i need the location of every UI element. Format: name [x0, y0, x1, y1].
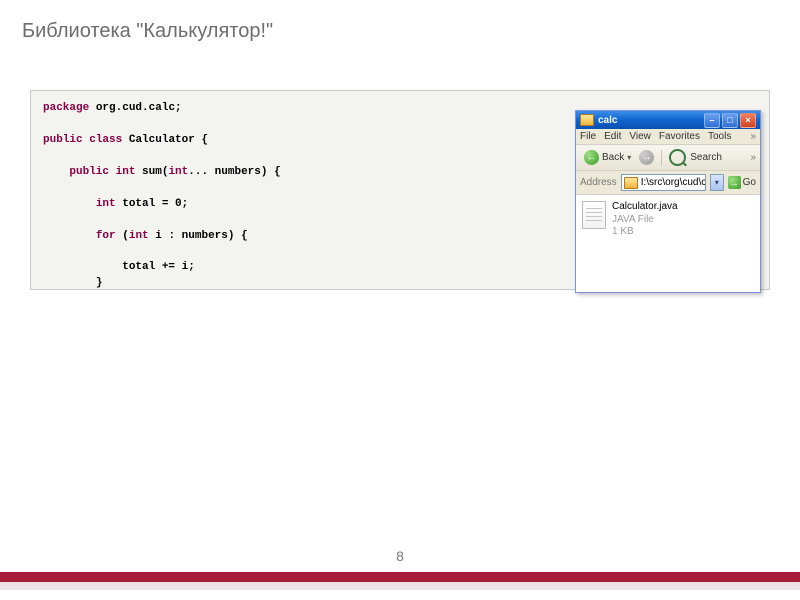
kw-for: for	[96, 230, 116, 242]
toolbar: ← Back ▾ → Search »	[576, 145, 760, 171]
address-label: Address	[580, 177, 617, 188]
kw-int: int	[116, 166, 136, 178]
menu-edit[interactable]: Edit	[604, 131, 621, 142]
explorer-window: calc – □ × File Edit View Favorites Tool…	[575, 110, 761, 293]
go-label: Go	[743, 177, 756, 188]
menu-favorites[interactable]: Favorites	[659, 131, 700, 142]
addressbar: Address I:\src\org\cud\calc ▾ → Go	[576, 171, 760, 195]
footer-accent	[0, 572, 800, 582]
kw-class: class	[89, 134, 122, 146]
go-icon: →	[728, 176, 741, 189]
address-dropdown-button[interactable]: ▾	[710, 174, 724, 191]
search-button[interactable]: Search	[690, 152, 722, 163]
slide-title: Библиотека "Калькулятор!"	[22, 20, 273, 43]
method-name: sum(	[142, 166, 168, 178]
brace1: }	[96, 277, 103, 289]
address-path: I:\src\org\cud\calc	[641, 177, 706, 188]
toolbar-separator	[661, 150, 662, 166]
menu-overflow-icon[interactable]: »	[750, 131, 756, 142]
kw-package: package	[43, 102, 89, 114]
method-sig-rest: ... numbers) {	[188, 166, 280, 178]
footer-underline	[0, 582, 800, 590]
back-icon: ←	[584, 150, 599, 165]
close-button[interactable]: ×	[740, 113, 756, 128]
address-input[interactable]: I:\src\org\cud\calc	[621, 174, 706, 191]
kw-int3: int	[96, 198, 116, 210]
menu-file[interactable]: File	[580, 131, 596, 142]
search-icon	[669, 149, 686, 166]
back-button[interactable]: ← Back ▾	[580, 148, 635, 167]
page-number: 8	[0, 548, 800, 564]
file-name: Calculator.java	[612, 201, 678, 214]
file-list: Calculator.java JAVA File 1 KB	[576, 195, 760, 292]
list-item[interactable]: Calculator.java JAVA File 1 KB	[582, 201, 754, 239]
kw-public: public	[43, 134, 83, 146]
toolbar-overflow-icon[interactable]: »	[750, 152, 756, 163]
file-meta: Calculator.java JAVA File 1 KB	[612, 201, 678, 239]
minimize-button[interactable]: –	[704, 113, 720, 128]
body-assign: total += i;	[122, 261, 195, 273]
for-rest: i : numbers) {	[155, 230, 247, 242]
window-title: calc	[598, 115, 702, 126]
menubar: File Edit View Favorites Tools »	[576, 129, 760, 145]
file-type: JAVA File	[612, 214, 678, 227]
kw-int2: int	[168, 166, 188, 178]
menu-tools[interactable]: Tools	[708, 131, 731, 142]
file-icon	[582, 201, 606, 229]
package-name: org.cud.calc;	[96, 102, 182, 114]
maximize-button[interactable]: □	[722, 113, 738, 128]
folder-icon	[624, 177, 638, 189]
total-decl: total = 0;	[122, 198, 188, 210]
titlebar[interactable]: calc – □ ×	[576, 111, 760, 129]
go-button[interactable]: → Go	[728, 176, 756, 189]
kw-public2: public	[69, 166, 109, 178]
kw-int4: int	[129, 230, 149, 242]
menu-view[interactable]: View	[629, 131, 651, 142]
forward-button[interactable]: →	[639, 150, 654, 165]
folder-icon	[580, 114, 594, 126]
file-size: 1 KB	[612, 226, 678, 239]
back-label: Back	[602, 152, 624, 163]
class-name: Calculator {	[129, 134, 208, 146]
for-open: (	[122, 230, 129, 242]
